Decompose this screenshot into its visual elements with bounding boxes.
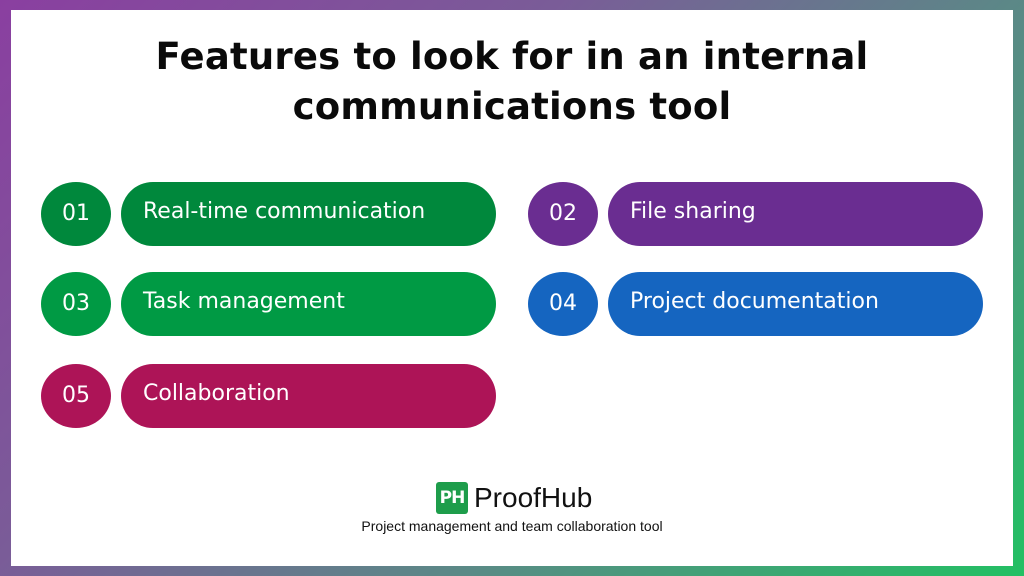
proofhub-logo-icon: PH — [436, 482, 468, 514]
feature-number-badge: 05 — [41, 364, 111, 428]
page-title: Features to look for in an internal comm… — [0, 32, 1024, 132]
feature-number-badge: 04 — [528, 272, 598, 336]
feature-number-badge: 01 — [41, 182, 111, 246]
title-line-1: Features to look for in an internal — [155, 35, 869, 78]
feature-label: File sharing — [608, 182, 983, 246]
feature-label: Task management — [121, 272, 496, 336]
feature-label: Project documentation — [608, 272, 983, 336]
feature-label: Real-time communication — [121, 182, 496, 246]
title-line-2: communications tool — [292, 85, 732, 128]
feature-number-badge: 02 — [528, 182, 598, 246]
brand-name: ProofHub — [474, 482, 593, 513]
feature-number-badge: 03 — [41, 272, 111, 336]
brand-tagline: Project management and team collaboratio… — [361, 518, 663, 534]
feature-label: Collaboration — [121, 364, 496, 428]
